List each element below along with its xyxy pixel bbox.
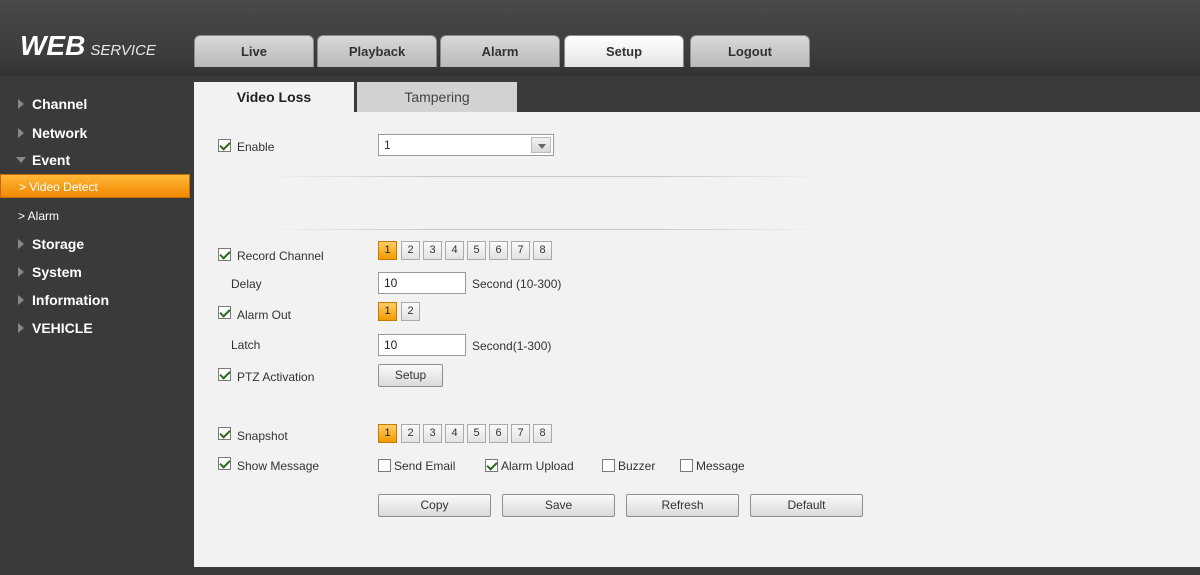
snapshot-label: Snapshot <box>237 429 288 443</box>
snapshot-8-button[interactable]: 8 <box>533 424 552 443</box>
record-channel-3-button[interactable]: 3 <box>423 241 442 260</box>
brand-main: WEB <box>20 30 86 61</box>
snapshot-6-button[interactable]: 6 <box>489 424 508 443</box>
show-message-label: Show Message <box>237 459 320 473</box>
expanded-arrow-icon <box>16 157 26 163</box>
sidebar-item-label: Network <box>32 125 88 141</box>
collapsed-arrow-icon <box>18 323 24 333</box>
tab-playback[interactable]: Playback <box>317 35 437 67</box>
chevron-down-icon[interactable] <box>531 137 551 153</box>
send-email-option[interactable]: Send Email <box>378 459 455 473</box>
enable-checkbox[interactable] <box>218 139 231 152</box>
collapsed-arrow-icon <box>18 295 24 305</box>
tab-video-loss[interactable]: Video Loss <box>194 82 354 112</box>
tab-tampering[interactable]: Tampering <box>357 82 517 112</box>
buzzer-option[interactable]: Buzzer <box>602 459 655 473</box>
alarm-upload-label: Alarm Upload <box>501 459 574 473</box>
enable-label: Enable <box>237 140 275 154</box>
copy-button[interactable]: Copy <box>378 494 491 517</box>
send-email-checkbox[interactable] <box>378 459 391 472</box>
refresh-button[interactable]: Refresh <box>626 494 739 517</box>
sidebar-item-network[interactable]: Network <box>0 125 194 141</box>
sidebar-item-label: VEHICLE <box>32 320 93 336</box>
default-button[interactable]: Default <box>750 494 863 517</box>
alarm-out-1-button[interactable]: 1 <box>378 302 397 321</box>
save-button[interactable]: Save <box>502 494 615 517</box>
sidebar-item-label: System <box>32 264 82 280</box>
message-label: Message <box>696 459 745 473</box>
record-channel-5-button[interactable]: 5 <box>467 241 486 260</box>
record-channel-8-button[interactable]: 8 <box>533 241 552 260</box>
sidebar: Channel Network Event > Video Detect > A… <box>0 76 194 575</box>
sidebar-item-storage[interactable]: Storage <box>0 236 194 252</box>
tab-setup[interactable]: Setup <box>564 35 684 67</box>
subtab-bar: Video Loss Tampering <box>194 76 1200 112</box>
latch-label: Latch <box>231 338 261 352</box>
tab-logout[interactable]: Logout <box>690 35 810 67</box>
sidebar-item-system[interactable]: System <box>0 264 194 280</box>
buzzer-checkbox[interactable] <box>602 459 615 472</box>
buzzer-label: Buzzer <box>618 459 656 473</box>
latch-unit: Second(1-300) <box>472 339 552 353</box>
channel-select[interactable]: 1 <box>378 134 554 156</box>
latch-input[interactable]: 10 <box>378 334 466 356</box>
record-channel-2-button[interactable]: 2 <box>401 241 420 260</box>
alarm-upload-option[interactable]: Alarm Upload <box>485 459 574 473</box>
channel-select-value: 1 <box>384 138 391 152</box>
sidebar-item-label: Information <box>32 292 109 308</box>
tab-alarm[interactable]: Alarm <box>440 35 560 67</box>
brand-sub: SERVICE <box>90 42 156 59</box>
collapsed-arrow-icon <box>18 128 24 138</box>
delay-label: Delay <box>231 277 262 291</box>
alarm-out-2-button[interactable]: 2 <box>401 302 420 321</box>
delay-unit: Second (10-300) <box>472 277 562 291</box>
snapshot-5-button[interactable]: 5 <box>467 424 486 443</box>
alarm-out-label: Alarm Out <box>237 308 292 322</box>
sidebar-item-video-detect[interactable]: > Video Detect <box>0 174 190 198</box>
sidebar-item-label: Channel <box>32 96 88 112</box>
sidebar-item-vehicle[interactable]: VEHICLE <box>0 320 194 336</box>
show-message-checkbox[interactable] <box>218 457 231 470</box>
divider <box>264 229 824 230</box>
record-channel-1-button[interactable]: 1 <box>378 241 397 260</box>
brand-logo: WEB SERVICE <box>20 30 156 62</box>
sidebar-item-alarm[interactable]: > Alarm <box>0 204 190 228</box>
content-panel: Video Loss Tampering Enable 1 Record Cha… <box>194 76 1200 567</box>
collapsed-arrow-icon <box>18 239 24 249</box>
alarm-out-checkbox[interactable] <box>218 306 231 319</box>
record-channel-label: Record Channel <box>237 249 324 263</box>
collapsed-arrow-icon <box>18 99 24 109</box>
snapshot-3-button[interactable]: 3 <box>423 424 442 443</box>
sidebar-item-channel[interactable]: Channel <box>0 96 194 112</box>
send-email-label: Send Email <box>394 459 456 473</box>
sidebar-item-label: Event <box>32 152 71 168</box>
sidebar-item-information[interactable]: Information <box>0 292 194 308</box>
record-channel-7-button[interactable]: 7 <box>511 241 530 260</box>
message-option[interactable]: Message <box>680 459 745 473</box>
collapsed-arrow-icon <box>18 267 24 277</box>
ptz-activation-checkbox[interactable] <box>218 368 231 381</box>
record-channel-4-button[interactable]: 4 <box>445 241 464 260</box>
sidebar-item-event[interactable]: Event <box>0 152 194 168</box>
header-bar: WEB SERVICE Live Playback Alarm Setup Log… <box>0 0 1200 76</box>
ptz-setup-button[interactable]: Setup <box>378 364 443 387</box>
sidebar-item-label: Storage <box>32 236 85 252</box>
snapshot-7-button[interactable]: 7 <box>511 424 530 443</box>
snapshot-1-button[interactable]: 1 <box>378 424 397 443</box>
record-channel-6-button[interactable]: 6 <box>489 241 508 260</box>
snapshot-4-button[interactable]: 4 <box>445 424 464 443</box>
snapshot-checkbox[interactable] <box>218 427 231 440</box>
delay-input[interactable]: 10 <box>378 272 466 294</box>
snapshot-2-button[interactable]: 2 <box>401 424 420 443</box>
record-channel-checkbox[interactable] <box>218 248 231 261</box>
message-checkbox[interactable] <box>680 459 693 472</box>
divider <box>264 176 824 177</box>
tab-live[interactable]: Live <box>194 35 314 67</box>
ptz-activation-label: PTZ Activation <box>237 370 315 384</box>
alarm-upload-checkbox[interactable] <box>485 459 498 472</box>
